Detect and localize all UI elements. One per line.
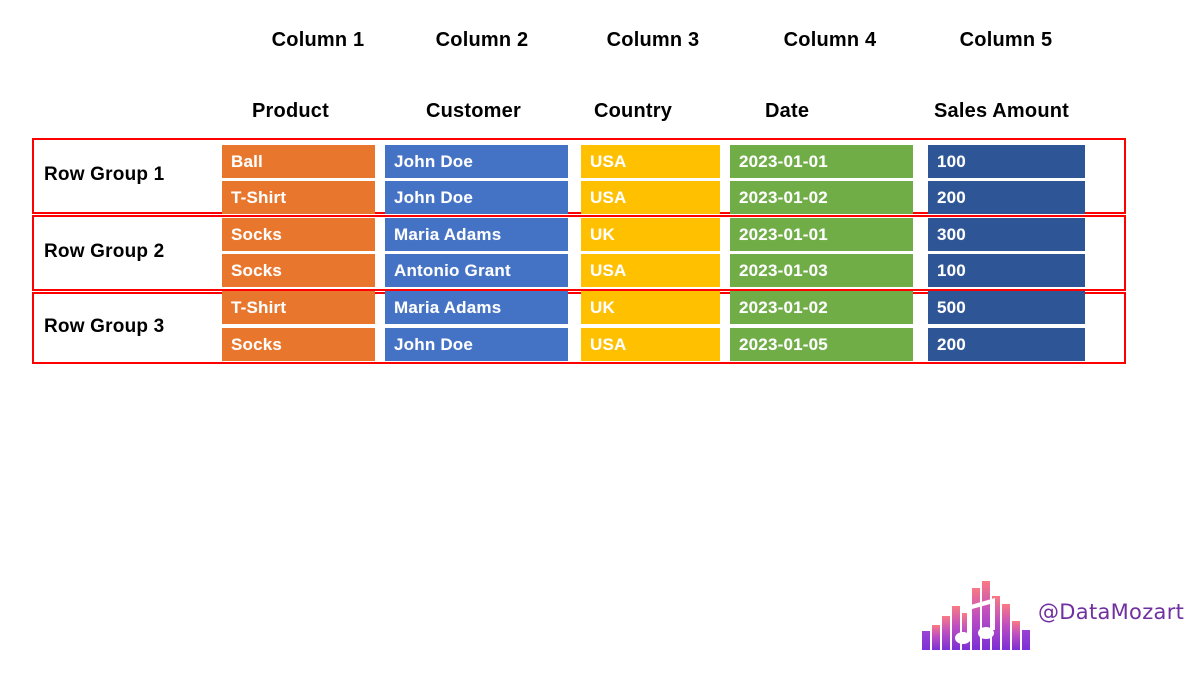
cell-date-r6[interactable]: 2023-01-05 (730, 328, 913, 361)
cell-product-r3[interactable]: Socks (222, 218, 375, 251)
cell-sales-amount-r4[interactable]: 100 (928, 254, 1085, 287)
cell-date-r3[interactable]: 2023-01-01 (730, 218, 913, 251)
row-group-label-2: Row Group 2 (44, 241, 165, 262)
cell-product-r1[interactable]: Ball (222, 145, 375, 178)
cell-customer-r4[interactable]: Antonio Grant (385, 254, 568, 287)
cell-customer-r1[interactable]: John Doe (385, 145, 568, 178)
cell-customer-r3[interactable]: Maria Adams (385, 218, 568, 251)
cell-sales-amount-r6[interactable]: 200 (928, 328, 1085, 361)
row-group-label-3: Row Group 3 (44, 316, 165, 337)
brand-handle: @DataMozart (1038, 600, 1185, 624)
equalizer-music-note-logo-icon (922, 581, 1030, 650)
cell-date-r5[interactable]: 2023-01-02 (730, 291, 913, 324)
cell-date-r4[interactable]: 2023-01-03 (730, 254, 913, 287)
cell-product-r4[interactable]: Socks (222, 254, 375, 287)
cell-sales-amount-r2[interactable]: 200 (928, 181, 1085, 214)
cell-country-r1[interactable]: USA (581, 145, 720, 178)
cell-customer-r5[interactable]: Maria Adams (385, 291, 568, 324)
cell-country-r4[interactable]: USA (581, 254, 720, 287)
cell-product-r2[interactable]: T-Shirt (222, 181, 375, 214)
cell-sales-amount-r1[interactable]: 100 (928, 145, 1085, 178)
cell-country-r3[interactable]: UK (581, 218, 720, 251)
cell-date-r2[interactable]: 2023-01-02 (730, 181, 913, 214)
row-group-label-1: Row Group 1 (44, 164, 165, 185)
watermark: @DataMozart (920, 578, 1184, 650)
cell-customer-r6[interactable]: John Doe (385, 328, 568, 361)
cell-product-r6[interactable]: Socks (222, 328, 375, 361)
cell-sales-amount-r5[interactable]: 500 (928, 291, 1085, 324)
cell-country-r2[interactable]: USA (581, 181, 720, 214)
cell-country-r6[interactable]: USA (581, 328, 720, 361)
cell-product-r5[interactable]: T-Shirt (222, 291, 375, 324)
cell-sales-amount-r3[interactable]: 300 (928, 218, 1085, 251)
cell-country-r5[interactable]: UK (581, 291, 720, 324)
cell-customer-r2[interactable]: John Doe (385, 181, 568, 214)
data-table: Row Group 1 Ball John Doe USA 2023-01-01 100 T… (0, 0, 1200, 675)
cell-date-r1[interactable]: 2023-01-01 (730, 145, 913, 178)
